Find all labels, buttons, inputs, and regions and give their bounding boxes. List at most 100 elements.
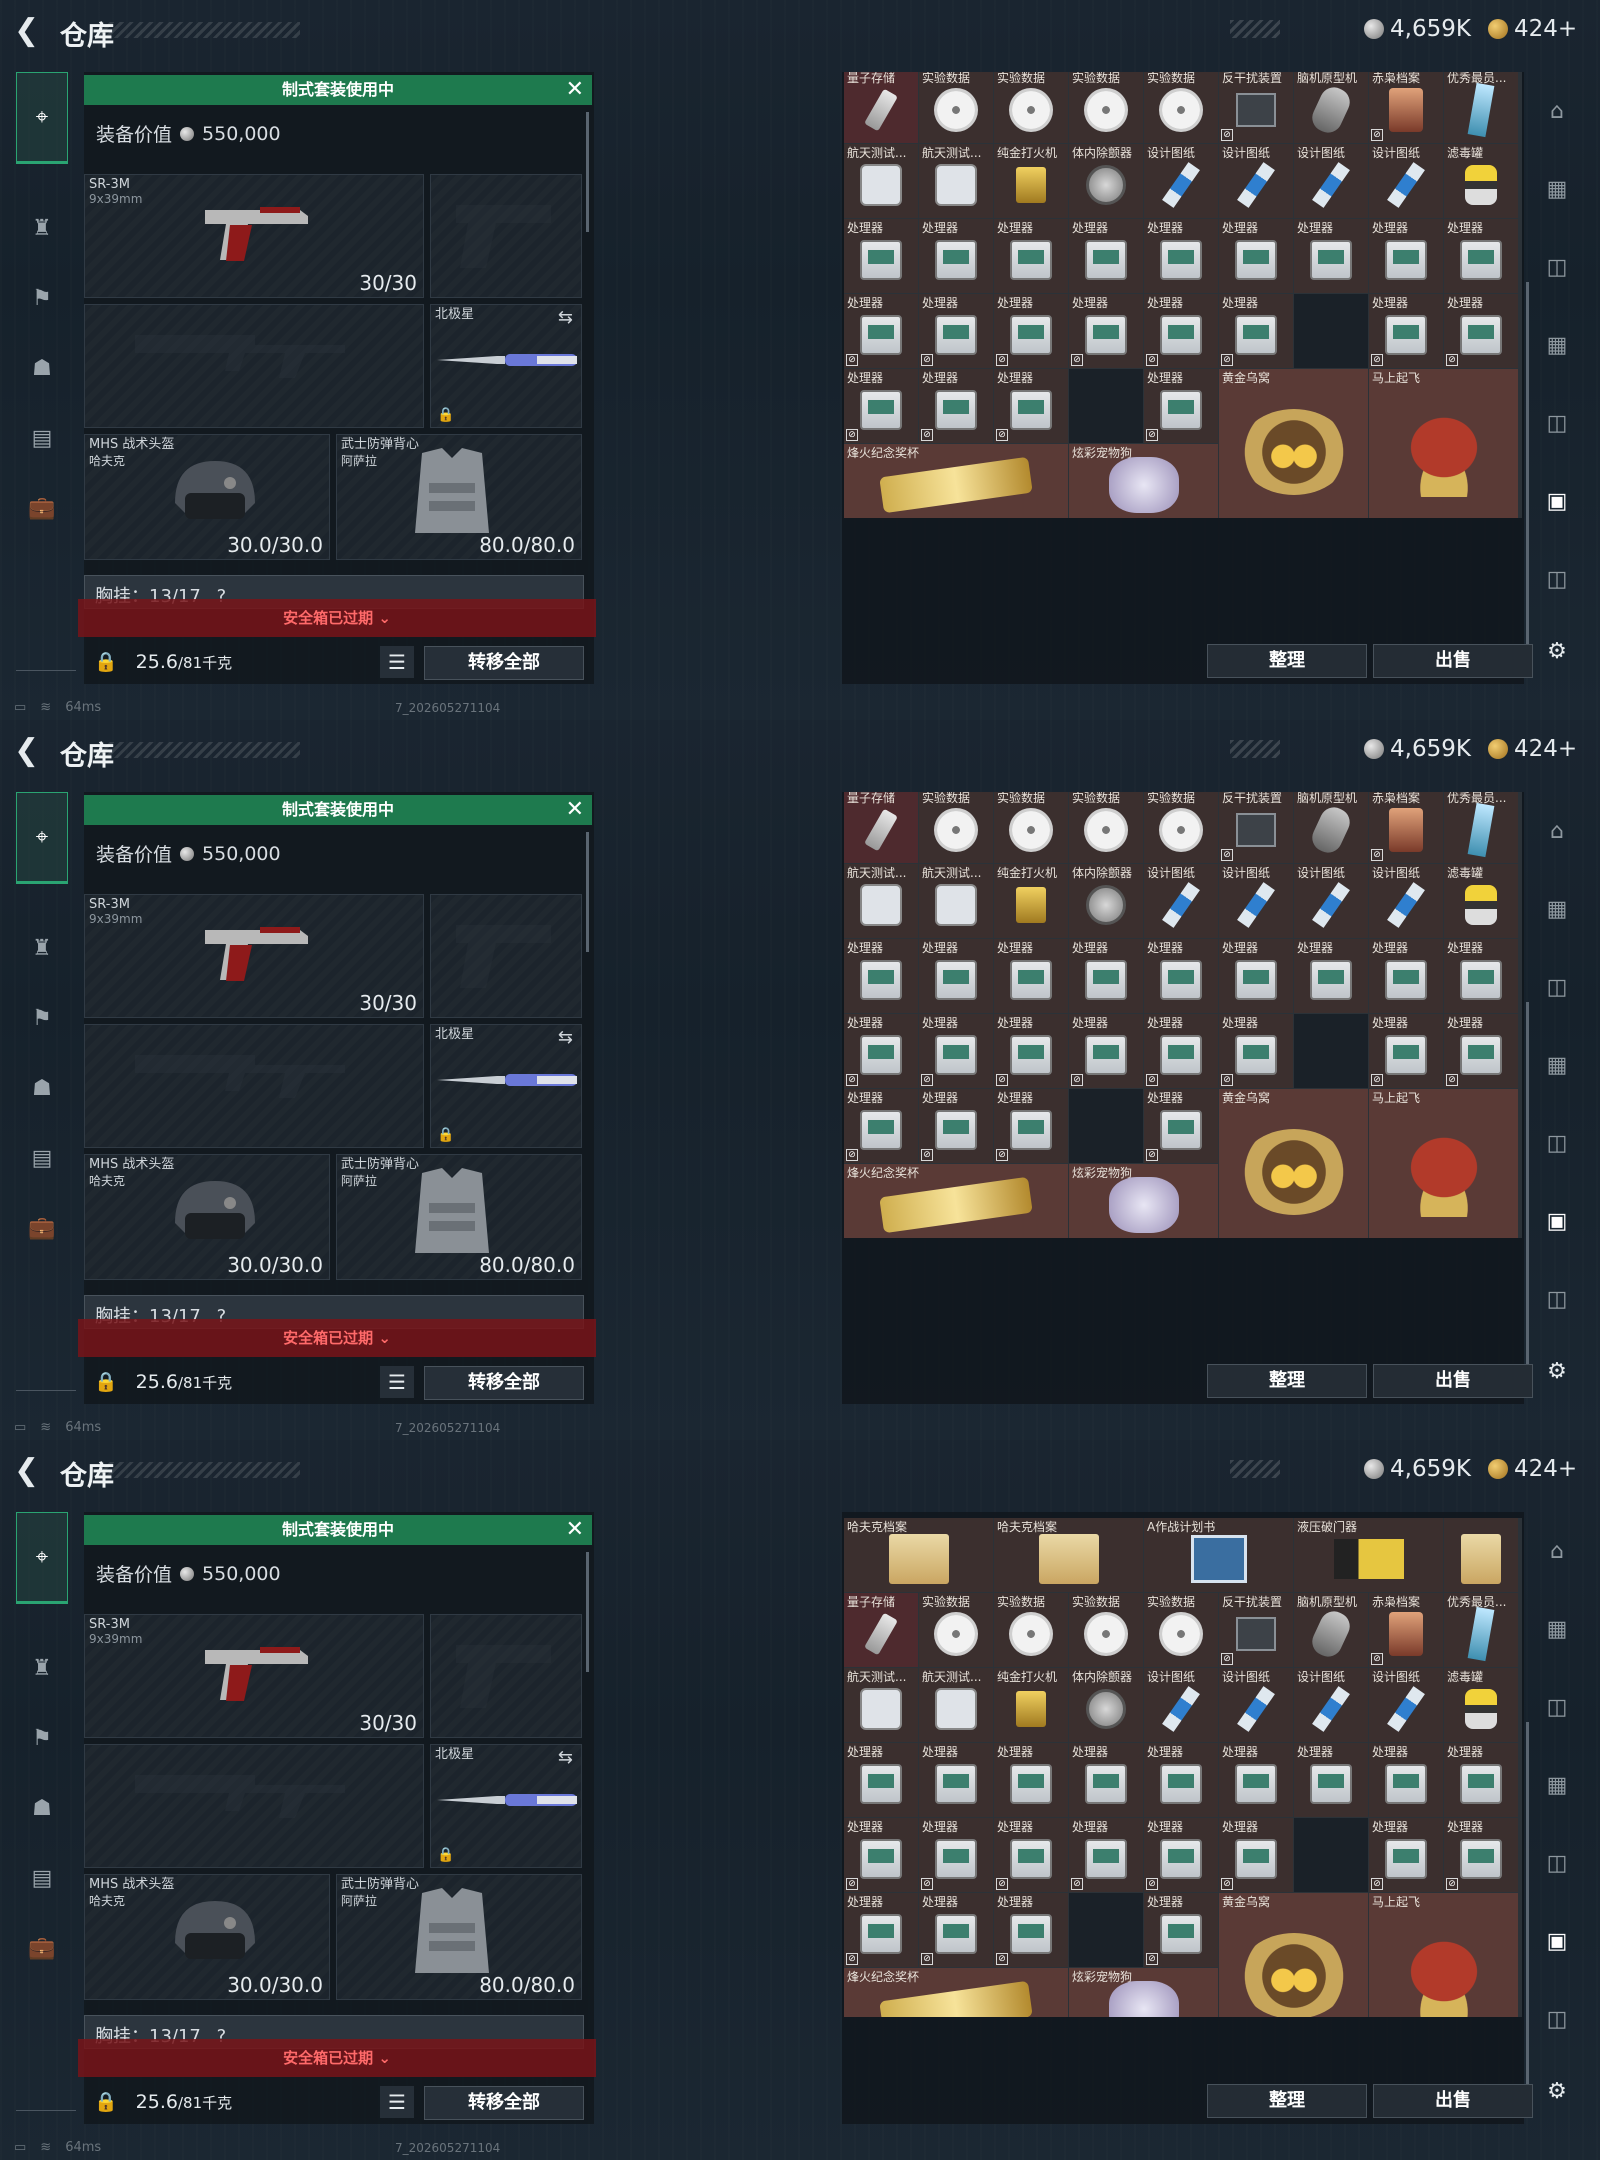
stash-item[interactable]: 处理器 ⊘ bbox=[994, 1089, 1068, 1163]
stash-item[interactable]: 处理器 bbox=[844, 939, 918, 1013]
close-icon[interactable]: ✕ bbox=[566, 795, 584, 825]
primary-weapon-slot[interactable]: SR-3M 9x39mm 30/30 bbox=[84, 894, 424, 1018]
stash-item[interactable]: 处理器 ⊘ bbox=[1144, 1014, 1218, 1088]
stash-item-golden-nest[interactable]: 黄金乌窝 bbox=[1219, 1893, 1368, 2017]
stash-item[interactable]: 航天测试... bbox=[919, 1668, 993, 1742]
stash-item[interactable]: 航天测试... bbox=[844, 864, 918, 938]
sell-button[interactable]: 出售 bbox=[1373, 644, 1533, 678]
case-tab-icon[interactable]: 💼 bbox=[16, 1202, 68, 1254]
stash-item[interactable]: 实验数据 bbox=[1144, 72, 1218, 143]
stash-item[interactable]: 设计图纸 bbox=[1369, 1668, 1443, 1742]
stash-page-icon[interactable]: ◫ bbox=[1536, 1278, 1578, 1320]
melee-slot[interactable]: 北极星 ⇆ 🔒 bbox=[430, 304, 582, 428]
close-icon[interactable]: ✕ bbox=[566, 75, 584, 105]
stash-item[interactable]: 处理器 ⊘ bbox=[844, 1014, 918, 1088]
list-icon[interactable]: ☰ bbox=[380, 646, 414, 678]
stash-item[interactable]: A作战计划书 bbox=[1144, 1518, 1293, 1592]
stash-item[interactable]: 处理器 bbox=[994, 219, 1068, 293]
stash-item[interactable]: 处理器 bbox=[1294, 1743, 1368, 1817]
stash-item[interactable]: 实验数据 bbox=[994, 72, 1068, 143]
stash-item[interactable]: 航天测试... bbox=[919, 864, 993, 938]
stash-page-icon[interactable]: ◫ bbox=[1536, 558, 1578, 600]
stash-item[interactable]: 设计图纸 bbox=[1219, 864, 1293, 938]
stash-page-icon[interactable]: ⌂ bbox=[1536, 1530, 1578, 1572]
stash-page-icon[interactable]: ▦ bbox=[1536, 324, 1578, 366]
stash-item[interactable]: 设计图纸 bbox=[1294, 144, 1368, 218]
rifle-slot[interactable] bbox=[84, 304, 424, 428]
sort-button[interactable]: 整理 bbox=[1207, 2084, 1367, 2118]
stash-item[interactable]: 设计图纸 bbox=[1219, 1668, 1293, 1742]
weapon-tab-icon[interactable]: ⌖ bbox=[16, 792, 68, 884]
stash-page-icon[interactable]: ◫ bbox=[1536, 1842, 1578, 1884]
stash-item-horse[interactable]: 马上起飞 bbox=[1369, 369, 1518, 518]
list-icon[interactable]: ☰ bbox=[380, 2086, 414, 2118]
backpack-tab-icon[interactable]: ☗ bbox=[16, 1782, 68, 1834]
stash-item[interactable]: 处理器 bbox=[994, 1743, 1068, 1817]
armor-slot[interactable]: 武士防弹背心 阿萨拉 80.0/80.0 bbox=[336, 1874, 582, 2000]
swap-icon[interactable]: ⇆ bbox=[558, 307, 573, 328]
stash-item[interactable]: 处理器 ⊘ bbox=[919, 1014, 993, 1088]
stash-item[interactable]: 处理器 bbox=[1069, 219, 1143, 293]
stash-item[interactable]: 处理器 ⊘ bbox=[919, 294, 993, 368]
stash-item[interactable]: 处理器 ⊘ bbox=[1144, 294, 1218, 368]
stash-item[interactable]: 处理器 bbox=[1219, 219, 1293, 293]
helmet-slot[interactable]: MHS 战术头盔 哈夫克 30.0/30.0 bbox=[84, 1154, 330, 1280]
stash-item[interactable]: 纯金打火机 bbox=[994, 144, 1068, 218]
back-icon[interactable]: ❮ bbox=[14, 1454, 48, 1488]
melee-slot[interactable]: 北极星 ⇆ 🔒 bbox=[430, 1024, 582, 1148]
gear-icon[interactable]: ⚙ bbox=[1536, 1350, 1578, 1392]
stash-item[interactable]: 量子存储 bbox=[844, 792, 918, 863]
backpack-tab-icon[interactable]: ☗ bbox=[16, 1062, 68, 1114]
stash-item[interactable]: 处理器 ⊘ bbox=[1069, 294, 1143, 368]
stash-item[interactable]: 反干扰装置 ⊘ bbox=[1219, 792, 1293, 863]
stash-item[interactable]: 处理器 ⊘ bbox=[1144, 1818, 1218, 1892]
safe-box-expired-banner[interactable]: 安全箱已过期 ⌄ bbox=[78, 1319, 596, 1357]
stash-item[interactable]: 处理器 ⊘ bbox=[1069, 1014, 1143, 1088]
stash-item[interactable]: 处理器 bbox=[1069, 939, 1143, 1013]
stash-item[interactable]: 处理器 ⊘ bbox=[1369, 1014, 1443, 1088]
stash-item[interactable]: 处理器 bbox=[1369, 219, 1443, 293]
stash-item[interactable]: 处理器 bbox=[1219, 1743, 1293, 1817]
transfer-all-button[interactable]: 转移全部 bbox=[424, 646, 584, 680]
safe-box-expired-banner[interactable]: 安全箱已过期 ⌄ bbox=[78, 2039, 596, 2077]
stash-page-icon[interactable]: ▦ bbox=[1536, 1608, 1578, 1650]
stash-item[interactable]: 处理器 bbox=[1219, 939, 1293, 1013]
stash-item[interactable]: 哈夫克档案 bbox=[844, 1518, 993, 1592]
transfer-all-button[interactable]: 转移全部 bbox=[424, 1366, 584, 1400]
stash-item[interactable]: 纯金打火机 bbox=[994, 1668, 1068, 1742]
stash-item[interactable]: 滤毒罐 bbox=[1444, 1668, 1518, 1742]
back-icon[interactable]: ❮ bbox=[14, 734, 48, 768]
stash-item[interactable]: 量子存储 bbox=[844, 72, 918, 143]
stash-item[interactable]: 处理器 ⊘ bbox=[1369, 1818, 1443, 1892]
secondary-weapon-slot[interactable] bbox=[430, 1614, 582, 1738]
weapon-tab-icon[interactable]: ⌖ bbox=[16, 72, 68, 164]
stash-item[interactable]: 处理器 ⊘ bbox=[844, 369, 918, 443]
stash-item[interactable]: 处理器 bbox=[1444, 219, 1518, 293]
stash-item[interactable]: 处理器 ⊘ bbox=[844, 1818, 918, 1892]
stash-page-icon[interactable]: ▦ bbox=[1536, 888, 1578, 930]
back-icon[interactable]: ❮ bbox=[14, 14, 48, 48]
stash-page-icon[interactable]: ◫ bbox=[1536, 402, 1578, 444]
stash-item[interactable]: 处理器 bbox=[1444, 1743, 1518, 1817]
stash-item[interactable]: 实验数据 bbox=[1144, 1593, 1218, 1667]
stash-item[interactable]: 实验数据 bbox=[1069, 1593, 1143, 1667]
stash-item[interactable]: 实验数据 bbox=[1144, 792, 1218, 863]
sell-button[interactable]: 出售 bbox=[1373, 1364, 1533, 1398]
stash-item[interactable]: 体内除颤器 bbox=[1069, 1668, 1143, 1742]
scrollbar[interactable] bbox=[1526, 1722, 1529, 2102]
close-icon[interactable]: ✕ bbox=[566, 1515, 584, 1545]
primary-weapon-slot[interactable]: SR-3M 9x39mm 30/30 bbox=[84, 1614, 424, 1738]
stash-item[interactable] bbox=[1444, 1518, 1518, 1592]
transfer-all-button[interactable]: 转移全部 bbox=[424, 2086, 584, 2120]
stash-item[interactable]: 赤枭档案 ⊘ bbox=[1369, 1593, 1443, 1667]
stash-page-icon[interactable]: ◫ bbox=[1536, 246, 1578, 288]
stash-item[interactable]: 实验数据 bbox=[994, 1593, 1068, 1667]
stash-item[interactable]: 优秀最员... bbox=[1444, 792, 1518, 863]
stash-item-golden-nest[interactable]: 黄金乌窝 bbox=[1219, 369, 1368, 518]
weapon-tab-icon[interactable]: ⌖ bbox=[16, 1512, 68, 1604]
stash-item[interactable]: 处理器 ⊘ bbox=[844, 1089, 918, 1163]
stash-item[interactable]: 处理器 bbox=[1294, 219, 1368, 293]
stash-item[interactable]: 处理器 bbox=[1369, 939, 1443, 1013]
stash-item-horse[interactable]: 马上起飞 bbox=[1369, 1893, 1518, 2017]
stash-item[interactable]: 赤枭档案 ⊘ bbox=[1369, 72, 1443, 143]
